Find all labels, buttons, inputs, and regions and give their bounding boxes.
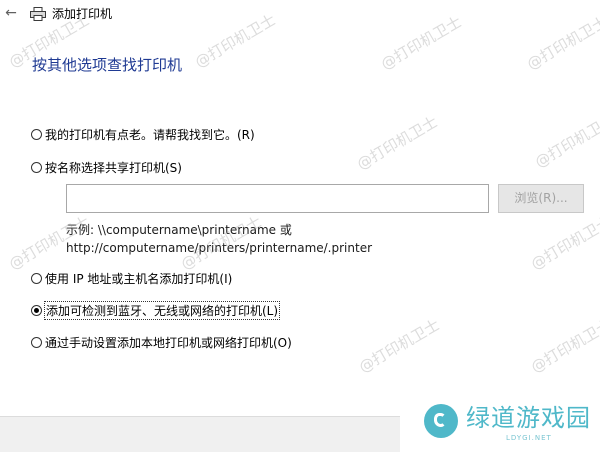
title-bar: ← 添加打印机 [0,0,600,30]
option-shared-by-name-label[interactable]: 按名称选择共享打印机(S) [45,159,182,176]
radio-old-printer[interactable] [31,128,42,140]
browse-button[interactable]: 浏览(R)... [498,184,584,213]
window-title: 添加打印机 [52,7,113,21]
radio-shared-by-name[interactable] [31,161,42,173]
watermark: @打印机卫士 [355,315,443,377]
watermark: @打印机卫士 [531,110,600,172]
option-old-printer-label[interactable]: 我的打印机有点老。请帮我找到它。(R) [45,126,255,143]
option-bluetooth-wireless[interactable]: 添加可检测到蓝牙、无线或网络的打印机(L) [31,300,281,320]
printer-icon [30,7,46,21]
watermark: @打印机卫士 [527,315,600,377]
option-shared-by-name[interactable]: 按名称选择共享打印机(S) [31,157,182,177]
example-line-2: http://computername/printers/printername… [66,241,373,255]
site-logo: 绿道游戏园 LDYGI.NET [400,395,600,452]
share-name-input[interactable] [66,184,489,213]
option-old-printer[interactable]: 我的打印机有点老。请帮我找到它。(R) [31,124,255,144]
logo-subtext: LDYGI.NET [506,434,552,442]
radio-ip-hostname[interactable] [31,272,42,284]
radio-bluetooth-wireless[interactable] [31,304,42,316]
back-arrow-icon[interactable]: ← [3,5,19,21]
example-text: 示例: \\computername\printername 或 http://… [66,221,372,257]
option-manual-settings[interactable]: 通过手动设置添加本地打印机或网络打印机(O) [31,332,292,352]
page-heading: 按其他选项查找打印机 [32,56,183,74]
option-ip-hostname-label[interactable]: 使用 IP 地址或主机名添加打印机(I) [45,270,232,287]
example-line-1: 示例: \\computername\printername 或 [66,223,292,237]
watermark: @打印机卫士 [527,212,600,274]
logo-text: 绿道游戏园 [466,404,591,432]
option-bluetooth-wireless-label[interactable]: 添加可检测到蓝牙、无线或网络的打印机(L) [43,300,281,320]
watermark: @打印机卫士 [353,112,441,174]
radio-manual-settings[interactable] [31,336,42,348]
option-manual-settings-label[interactable]: 通过手动设置添加本地打印机或网络打印机(O) [45,334,292,351]
logo-mark-icon [424,404,458,438]
option-ip-hostname[interactable]: 使用 IP 地址或主机名添加打印机(I) [31,268,232,288]
